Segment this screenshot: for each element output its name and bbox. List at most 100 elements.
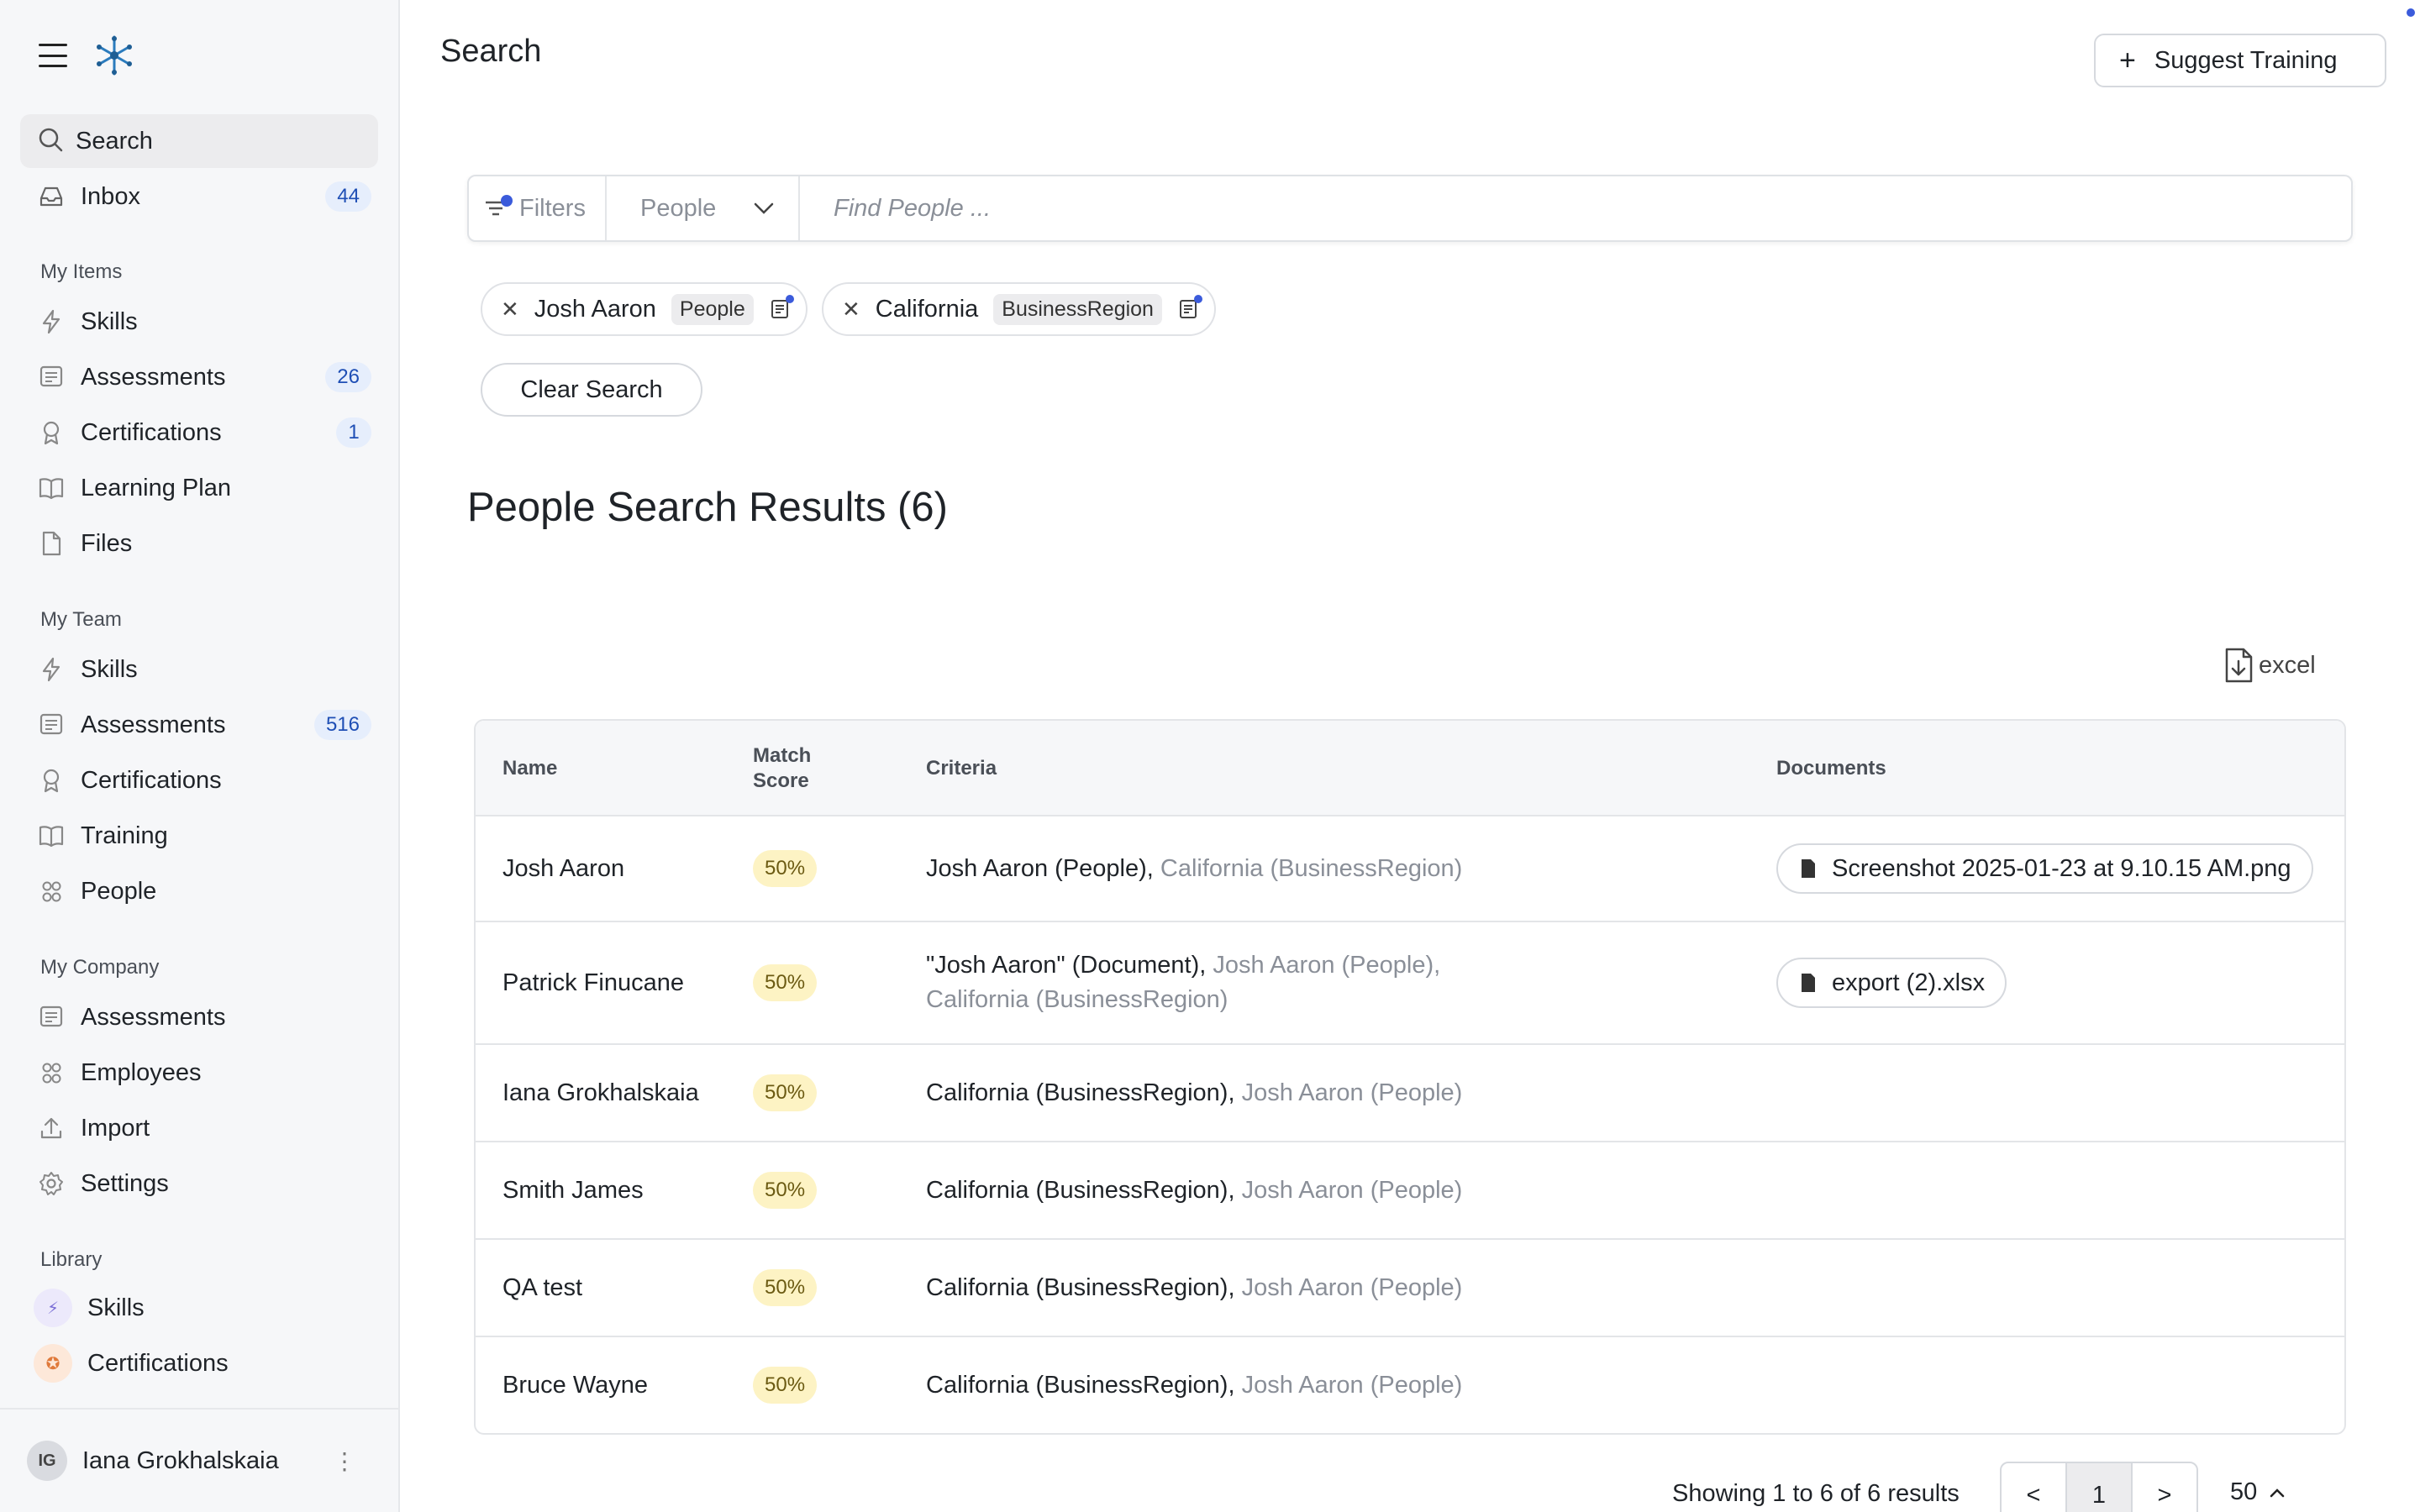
- page-size-select[interactable]: 50: [2230, 1478, 2286, 1506]
- sidebar-item-label: Skills: [81, 655, 138, 683]
- award-icon: [37, 766, 66, 795]
- table-row[interactable]: Josh Aaron 50% Josh Aaron (People), Cali…: [476, 816, 2344, 922]
- column-header-documents[interactable]: Documents: [1776, 721, 1886, 816]
- menu-icon[interactable]: [39, 44, 67, 67]
- sidebar-item-learning-plan[interactable]: Learning Plan: [20, 464, 378, 512]
- table-row[interactable]: Smith James 50% California (BusinessRegi…: [476, 1142, 2344, 1240]
- match-score-cell: 50%: [753, 1240, 818, 1336]
- sidebar-item-library-certifications[interactable]: ✪ Certifications: [20, 1339, 378, 1388]
- section-heading-my-company: My Company: [40, 956, 160, 979]
- criteria-cell: "Josh Aaron" (Document), Josh Aaron (Peo…: [926, 922, 1514, 1043]
- table-row[interactable]: Patrick Finucane 50% "Josh Aaron" (Docum…: [476, 922, 2344, 1045]
- page-size-value: 50: [2230, 1478, 2258, 1505]
- criteria-primary: California (BusinessRegion),: [926, 1079, 1235, 1106]
- bolt-icon: [37, 655, 66, 684]
- sidebar-item-team-certifications[interactable]: Certifications: [20, 756, 378, 805]
- sidebar-item-label: Skills: [81, 307, 138, 335]
- person-name[interactable]: Patrick Finucane: [502, 922, 684, 1043]
- person-name[interactable]: QA test: [502, 1240, 582, 1336]
- sidebar-item-import[interactable]: Import: [20, 1104, 378, 1152]
- person-name[interactable]: Iana Grokhalskaia: [502, 1045, 699, 1141]
- sidebar-item-company-assessments[interactable]: Assessments: [20, 993, 378, 1042]
- next-page-button[interactable]: >: [2131, 1462, 2198, 1512]
- notification-dot: [2407, 8, 2415, 17]
- filter-chip-region: ✕ California BusinessRegion: [822, 282, 1216, 336]
- filters-button[interactable]: Filters: [469, 176, 607, 240]
- chevron-up-icon: [2270, 1488, 2285, 1497]
- column-header-criteria[interactable]: Criteria: [926, 721, 997, 816]
- criteria-cell: California (BusinessRegion), Josh Aaron …: [926, 1240, 1462, 1336]
- award-icon: [37, 418, 66, 447]
- table-row[interactable]: Bruce Wayne 50% California (BusinessRegi…: [476, 1337, 2344, 1433]
- count-badge: 44: [325, 181, 371, 212]
- sidebar-item-label: Training: [81, 822, 168, 849]
- sidebar-item-library-skills[interactable]: ⚡ Skills: [20, 1284, 378, 1332]
- sidebar-item-label: Assessments: [81, 363, 226, 391]
- sidebar-item-team-skills[interactable]: Skills: [20, 645, 378, 694]
- more-options-icon[interactable]: ⋮: [333, 1447, 356, 1475]
- suggest-training-label: Suggest Training: [2154, 46, 2338, 74]
- file-icon: [1802, 859, 1815, 878]
- filter-chip-person: ✕ Josh Aaron People: [481, 282, 808, 336]
- search-bar: Filters People: [467, 175, 2353, 242]
- match-score-badge: 50%: [753, 1367, 818, 1404]
- document-link[interactable]: Screenshot 2025-01-23 at 9.10.15 AM.png: [1776, 843, 2313, 894]
- clear-search-button[interactable]: Clear Search: [481, 363, 702, 417]
- suggest-training-button[interactable]: + Suggest Training: [2094, 34, 2386, 87]
- user-profile[interactable]: IG Iana Grokhalskaia ⋮: [0, 1408, 398, 1512]
- file-icon: [37, 529, 66, 558]
- sidebar-item-employees[interactable]: Employees: [20, 1048, 378, 1097]
- criteria-primary: California (BusinessRegion),: [926, 1176, 1235, 1204]
- page-button-current[interactable]: 1: [2065, 1462, 2133, 1512]
- search-input[interactable]: [800, 176, 2351, 240]
- sidebar-item-team-assessments[interactable]: Assessments 516: [20, 701, 378, 749]
- sidebar-item-my-certifications[interactable]: Certifications 1: [20, 408, 378, 457]
- document-icon[interactable]: [769, 295, 794, 320]
- chip-type-tag: People: [671, 293, 754, 325]
- person-name[interactable]: Josh Aaron: [502, 816, 624, 921]
- search-type-select[interactable]: People: [607, 176, 800, 240]
- sidebar-item-people[interactable]: People: [20, 867, 378, 916]
- remove-chip-icon[interactable]: ✕: [501, 297, 519, 323]
- column-header-text: Score: [753, 769, 809, 792]
- sidebar-header: [39, 34, 136, 77]
- criteria-primary: Josh Aaron (People),: [926, 854, 1154, 882]
- match-score-cell: 50%: [753, 922, 818, 1043]
- match-score-cell: 50%: [753, 1142, 818, 1238]
- sidebar-item-label: Assessments: [81, 1003, 226, 1031]
- pagination-summary: Showing 1 to 6 of 6 results: [1672, 1480, 1960, 1507]
- document-link[interactable]: export (2).xlsx: [1776, 958, 2007, 1008]
- criteria-secondary: Josh Aaron (People): [1241, 1176, 1463, 1204]
- sidebar-item-files[interactable]: Files: [20, 519, 378, 568]
- sidebar-item-inbox[interactable]: Inbox 44: [20, 172, 378, 221]
- sidebar-item-settings[interactable]: Settings: [20, 1159, 378, 1208]
- sidebar-item-label: Inbox: [81, 182, 140, 210]
- sidebar-item-my-assessments[interactable]: Assessments 26: [20, 353, 378, 402]
- file-icon: [1802, 974, 1815, 992]
- active-dot: [785, 295, 794, 303]
- previous-page-button[interactable]: <: [2000, 1462, 2067, 1512]
- sidebar-item-my-skills[interactable]: Skills: [20, 297, 378, 346]
- sidebar-item-label: Learning Plan: [81, 474, 231, 501]
- remove-chip-icon[interactable]: ✕: [842, 297, 860, 323]
- table-row[interactable]: Iana Grokhalskaia 50% California (Busine…: [476, 1045, 2344, 1142]
- inbox-icon: [37, 182, 66, 211]
- people-icon: [37, 1058, 66, 1087]
- document-icon[interactable]: [1177, 295, 1202, 320]
- criteria-cell: Josh Aaron (People), California (Busines…: [926, 816, 1462, 921]
- sidebar-item-training[interactable]: Training: [20, 811, 378, 860]
- sidebar-item-search[interactable]: Search: [20, 114, 378, 168]
- upload-icon: [37, 1114, 66, 1142]
- download-file-icon: [2225, 648, 2253, 683]
- table-row[interactable]: QA test 50% California (BusinessRegion),…: [476, 1240, 2344, 1337]
- chevron-down-icon: [754, 202, 774, 214]
- person-name[interactable]: Bruce Wayne: [502, 1337, 648, 1433]
- export-excel-button[interactable]: excel: [2222, 647, 2316, 684]
- table-header: Name Match Score Criteria Documents: [476, 721, 2344, 816]
- column-header-match-score[interactable]: Match Score: [753, 721, 811, 816]
- match-score-badge: 50%: [753, 964, 818, 1001]
- person-name[interactable]: Smith James: [502, 1142, 644, 1238]
- match-score-badge: 50%: [753, 850, 818, 887]
- gear-icon: [37, 1169, 66, 1198]
- column-header-name[interactable]: Name: [502, 721, 557, 816]
